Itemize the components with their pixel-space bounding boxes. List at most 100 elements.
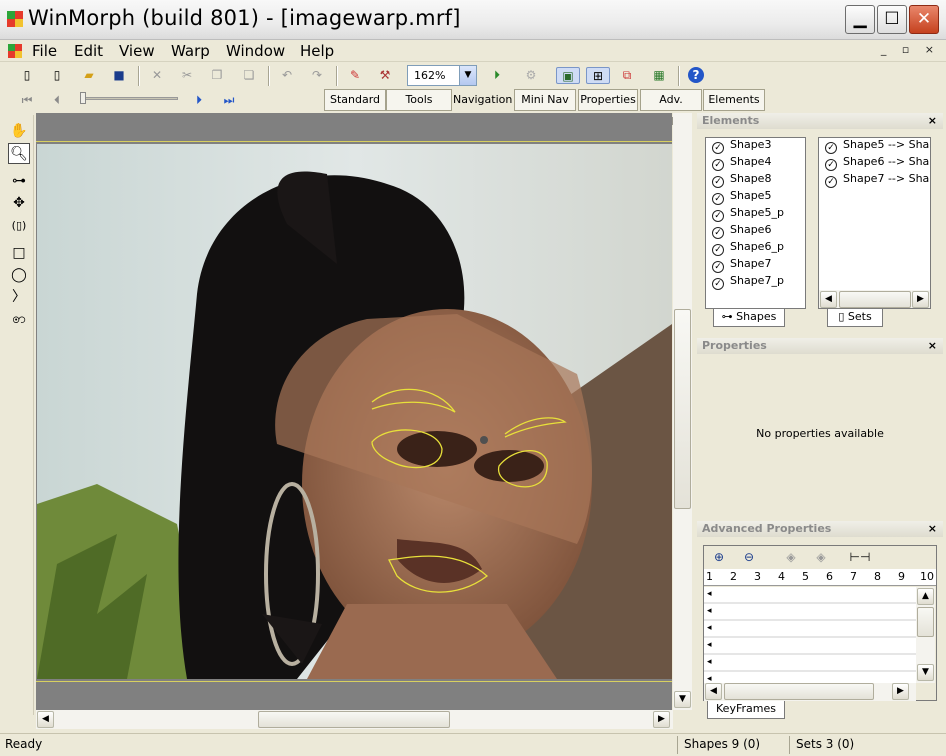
timeline-vscrollbar[interactable]: ▲ ▼ bbox=[916, 587, 935, 683]
edit-doc-icon[interactable]: ✎ bbox=[346, 67, 364, 84]
span-icon[interactable]: ⊢⊣ bbox=[848, 549, 872, 566]
list-item[interactable]: ✓ Shape8 bbox=[712, 172, 771, 189]
mdi-controls[interactable]: _ ▫ × bbox=[881, 43, 940, 56]
undo-icon[interactable]: ↶ bbox=[278, 67, 296, 84]
hscroll-thumb[interactable] bbox=[258, 711, 450, 728]
canvas-horizontal-scrollbar[interactable]: ◀ ▶ bbox=[36, 710, 673, 729]
ellipse-icon[interactable]: ◯ bbox=[8, 265, 30, 286]
menu-help[interactable]: Help bbox=[300, 42, 334, 60]
list-item[interactable]: ✓ Shape6 bbox=[712, 223, 771, 240]
tab-elements[interactable]: Elements bbox=[703, 89, 765, 111]
tab-properties[interactable]: Properties bbox=[578, 89, 638, 111]
menu-file[interactable]: File bbox=[32, 42, 57, 60]
zoom-icon[interactable]: 🔍︎ bbox=[8, 143, 30, 164]
add-key-icon[interactable]: ◈ bbox=[782, 549, 800, 566]
timeline-col[interactable]: 5 bbox=[802, 570, 809, 583]
network-icon[interactable]: ⊞ bbox=[586, 67, 610, 84]
list-item[interactable]: ✓ Shape5 bbox=[712, 189, 771, 206]
remove-key-icon[interactable]: ◈ bbox=[812, 549, 830, 566]
tab-mini-nav[interactable]: Mini Nav bbox=[514, 89, 576, 111]
new-project-icon[interactable]: ▯ bbox=[48, 67, 66, 84]
menu-window[interactable]: Window bbox=[226, 42, 285, 60]
hscroll-thumb[interactable] bbox=[839, 291, 911, 308]
export-icon[interactable]: ▦ bbox=[650, 67, 668, 84]
tab-tools[interactable]: Tools bbox=[386, 89, 452, 111]
timeline-col[interactable]: 6 bbox=[826, 570, 833, 583]
timeline-col[interactable]: 4 bbox=[778, 570, 785, 583]
menu-edit[interactable]: Edit bbox=[74, 42, 103, 60]
tab-standard[interactable]: Standard bbox=[324, 89, 386, 111]
close-icon[interactable]: × bbox=[928, 114, 937, 127]
next-frame-icon[interactable]: ⏵ bbox=[190, 92, 208, 109]
scroll-right-icon[interactable]: ▶ bbox=[653, 711, 670, 728]
rectangle-icon[interactable]: □ bbox=[8, 243, 30, 264]
save-icon[interactable]: ■ bbox=[110, 67, 128, 84]
list-item[interactable]: ✓ Shape3 bbox=[712, 138, 771, 155]
hand-icon[interactable]: ✋ bbox=[8, 121, 30, 142]
shapes-list[interactable]: ✓ Shape3 ✓ Shape4 ✓ Shape8 ✓ Shape5 ✓ Shape5_… bbox=[705, 137, 806, 309]
help-icon[interactable]: ? bbox=[688, 67, 704, 83]
list-item[interactable]: ✓ Shape5_p bbox=[712, 206, 784, 223]
timeline-rows[interactable]: ◂ ◂ ◂ ◂ ◂ ◂ bbox=[704, 587, 916, 684]
cut-icon[interactable]: ✂ bbox=[178, 67, 196, 84]
scroll-right-icon[interactable]: ▶ bbox=[892, 683, 909, 700]
settings-icon[interactable]: ⚙ bbox=[522, 67, 540, 84]
hscroll-thumb[interactable] bbox=[724, 683, 874, 700]
list-item[interactable]: ✓ Shape6_p bbox=[712, 240, 784, 257]
warp-points-icon[interactable]: ⊶ bbox=[8, 171, 30, 192]
open-icon[interactable]: ▰ bbox=[80, 67, 98, 84]
frame-slider[interactable] bbox=[80, 97, 178, 100]
resize-icon[interactable]: (▯) bbox=[8, 215, 30, 236]
zoom-out-icon[interactable]: ⊖ bbox=[740, 549, 758, 566]
new-icon[interactable]: ▯ bbox=[18, 67, 36, 84]
menu-view[interactable]: View bbox=[119, 42, 155, 60]
tab-navigation[interactable]: Navigation bbox=[452, 89, 512, 111]
morph-view-icon[interactable]: ▣ bbox=[556, 67, 580, 84]
close-icon[interactable]: × bbox=[928, 339, 937, 352]
close-icon[interactable]: × bbox=[928, 522, 937, 535]
move-icon[interactable]: ✥ bbox=[8, 193, 30, 214]
list-item[interactable]: ✓ Shape7 bbox=[712, 257, 771, 274]
maximize-button[interactable]: ☐ bbox=[877, 5, 907, 34]
prev-frame-icon[interactable]: ⏴ bbox=[48, 92, 66, 109]
redo-icon[interactable]: ↷ bbox=[308, 67, 326, 84]
timeline-hscrollbar[interactable]: ◀ ▶ bbox=[704, 683, 916, 701]
canvas-vertical-scrollbar[interactable]: ▼ bbox=[673, 113, 692, 710]
chevron-down-icon[interactable]: ▼ bbox=[459, 66, 476, 85]
sets-hscrollbar[interactable]: ◀ ▶ bbox=[819, 290, 930, 308]
minimize-button[interactable]: ▁ bbox=[845, 5, 875, 34]
tab-keyframes[interactable]: KeyFrames bbox=[707, 701, 785, 719]
polyline-icon[interactable]: 〉 bbox=[8, 287, 30, 308]
copy-icon[interactable]: ❐ bbox=[208, 67, 226, 84]
play-icon[interactable]: ⏵ bbox=[488, 67, 506, 84]
tab-shapes[interactable]: ⊶ Shapes bbox=[713, 309, 785, 327]
timeline-col[interactable]: 7 bbox=[850, 570, 857, 583]
freehand-icon[interactable]: ꩦ bbox=[8, 309, 30, 330]
timeline-col[interactable]: 10 bbox=[920, 570, 934, 583]
compare-icon[interactable]: ⧉ bbox=[618, 67, 636, 84]
scroll-right-icon[interactable]: ▶ bbox=[912, 291, 929, 308]
zoom-select[interactable]: 162% ▼ bbox=[407, 65, 477, 86]
last-frame-icon[interactable]: ⏭ bbox=[220, 92, 238, 109]
timeline-col[interactable]: 3 bbox=[754, 570, 761, 583]
scroll-left-icon[interactable]: ◀ bbox=[37, 711, 54, 728]
paste-icon[interactable]: ❏ bbox=[240, 67, 258, 84]
sets-list[interactable]: ✓Shape5 --> Shape ✓Shape6 --> Shape ✓Sha… bbox=[818, 137, 931, 309]
list-item[interactable]: ✓Shape5 --> Shape bbox=[825, 138, 930, 155]
vscroll-thumb[interactable] bbox=[917, 607, 934, 637]
scroll-left-icon[interactable]: ◀ bbox=[820, 291, 837, 308]
vscroll-thumb[interactable] bbox=[674, 309, 691, 509]
timeline-col[interactable]: 9 bbox=[898, 570, 905, 583]
slider-handle[interactable] bbox=[80, 92, 86, 104]
tool-icon[interactable]: ⚒ bbox=[376, 67, 394, 84]
portrait-image[interactable] bbox=[37, 144, 672, 679]
delete-icon[interactable]: ✕ bbox=[148, 67, 166, 84]
zoom-in-icon[interactable]: ⊕ bbox=[710, 549, 728, 566]
scroll-up-icon[interactable]: ▲ bbox=[917, 588, 934, 605]
menu-warp[interactable]: Warp bbox=[171, 42, 210, 60]
tab-sets[interactable]: ▯ Sets bbox=[827, 309, 883, 327]
list-item[interactable]: ✓Shape6 --> Shape bbox=[825, 155, 930, 172]
timeline-col[interactable]: 1 bbox=[706, 570, 713, 583]
list-item[interactable]: ✓ Shape7_p bbox=[712, 274, 784, 291]
list-item[interactable]: ✓ Shape4 bbox=[712, 155, 771, 172]
